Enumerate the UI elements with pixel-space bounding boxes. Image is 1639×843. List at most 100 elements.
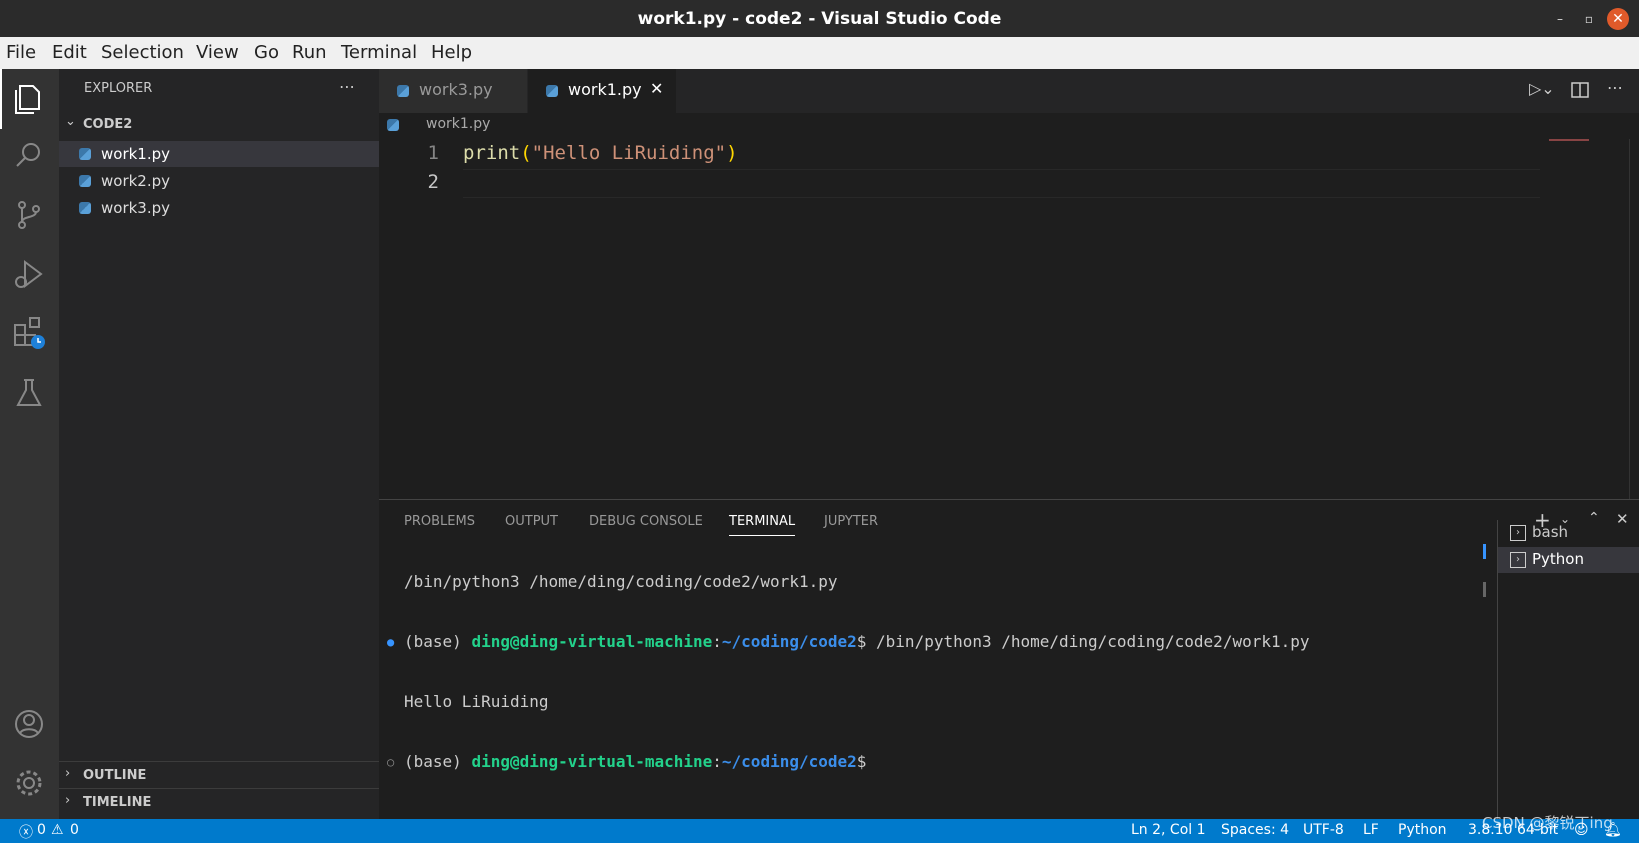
menu-view[interactable]: View	[196, 42, 239, 63]
terminal-output[interactable]: /bin/python3 /home/ding/coding/code2/wor…	[379, 532, 1474, 812]
code-content[interactable]: print("Hello LiRuiding")	[463, 139, 738, 168]
folder-header[interactable]: ⌄ CODE2	[59, 111, 379, 137]
source-control-icon[interactable]	[11, 197, 47, 233]
chevron-right-icon: ›	[65, 793, 71, 808]
menu-bar: File Edit Selection View Go Run Terminal…	[0, 37, 1639, 69]
python-file-icon	[387, 119, 399, 131]
file-item-work3[interactable]: work3.py	[59, 195, 379, 221]
folder-name: CODE2	[83, 117, 133, 132]
command-success-dot: ●	[387, 635, 395, 649]
python-file-icon	[79, 175, 91, 187]
python-file-icon	[79, 148, 91, 160]
chevron-down-icon: ⌄	[65, 114, 76, 129]
error-icon[interactable]: ⓧ	[19, 822, 33, 842]
menu-go[interactable]: Go	[254, 42, 279, 63]
code-string: "Hello LiRuiding"	[531, 142, 727, 164]
menu-run[interactable]: Run	[292, 42, 327, 63]
line-numbers: 1 2	[399, 139, 439, 197]
prompt-path: ~/coding/code2	[721, 632, 857, 651]
outline-label: OUTLINE	[83, 768, 147, 783]
end-of-line[interactable]: LF	[1363, 822, 1379, 838]
terminal-item-bash[interactable]: › bash	[1498, 520, 1639, 546]
title-bar: work1.py - code2 - Visual Studio Code – …	[0, 0, 1639, 37]
file-item-work2[interactable]: work2.py	[59, 168, 379, 194]
tab-work1[interactable]: work1.py ✕	[528, 69, 676, 113]
prompt-colon: :	[712, 752, 722, 771]
python-file-icon	[79, 202, 91, 214]
editor-area: work3.py work1.py ✕ ▷⌄ ⋯ work1.py 1 2 pr…	[379, 69, 1639, 499]
indentation[interactable]: Spaces: 4	[1221, 822, 1289, 838]
bottom-panel: PROBLEMS OUTPUT DEBUG CONSOLE TERMINAL J…	[379, 499, 1639, 820]
menu-edit[interactable]: Edit	[52, 42, 87, 63]
current-line-highlight	[463, 169, 1540, 198]
code-function: print	[463, 142, 521, 164]
terminal-item-label: Python	[1532, 550, 1584, 568]
error-count[interactable]: 0	[37, 822, 46, 838]
activity-bar	[0, 69, 59, 819]
run-debug-icon[interactable]	[11, 256, 47, 292]
gear-icon[interactable]	[11, 765, 47, 801]
terminal-item-python[interactable]: › Python	[1498, 547, 1639, 573]
explorer-title: EXPLORER	[84, 81, 153, 96]
timeline-section[interactable]: › TIMELINE	[59, 788, 379, 815]
watermark: CSDN @黎锐丁ing	[1482, 814, 1613, 832]
file-item-work1[interactable]: work1.py	[59, 141, 379, 167]
breadcrumb-file[interactable]: work1.py	[426, 116, 490, 132]
tab-output[interactable]: OUTPUT	[505, 514, 558, 529]
warning-icon[interactable]: ⚠	[51, 822, 64, 838]
accounts-icon[interactable]	[11, 706, 47, 742]
minimap[interactable]	[1549, 139, 1589, 141]
file-label: work3.py	[101, 199, 171, 217]
cursor-position[interactable]: Ln 2, Col 1	[1131, 822, 1206, 838]
tab-debug-console[interactable]: DEBUG CONSOLE	[589, 514, 703, 529]
run-file-icon[interactable]: ▷⌄	[1529, 79, 1555, 98]
editor-scrollbar[interactable]	[1629, 139, 1639, 499]
outline-section[interactable]: › OUTLINE	[59, 761, 379, 788]
code-paren: (	[520, 142, 532, 164]
status-bar: ⓧ 0 ⚠ 0 Ln 2, Col 1 Spaces: 4 UTF-8 LF P…	[0, 819, 1639, 843]
prompt-path: ~/coding/code2	[721, 752, 857, 771]
encoding[interactable]: UTF-8	[1303, 822, 1344, 838]
tab-problems[interactable]: PROBLEMS	[404, 514, 475, 529]
prompt-command: $	[856, 752, 867, 771]
tab-label: work1.py	[568, 80, 642, 99]
extensions-icon[interactable]	[11, 315, 47, 351]
more-actions-icon[interactable]: ⋯	[1607, 78, 1623, 97]
tab-bar: work3.py work1.py ✕ ▷⌄ ⋯	[379, 69, 1639, 113]
split-editor-icon[interactable]	[1571, 81, 1589, 99]
breadcrumb: work1.py	[379, 113, 1639, 137]
menu-terminal[interactable]: Terminal	[341, 42, 417, 63]
terminal-line: /bin/python3 /home/ding/coding/code2/wor…	[404, 572, 838, 591]
file-label: work1.py	[101, 145, 171, 163]
search-icon[interactable]	[11, 137, 47, 173]
terminal-list: › bash › Python	[1497, 520, 1639, 820]
close-window-button[interactable]: ✕	[1607, 8, 1629, 30]
minimize-icon[interactable]: –	[1552, 11, 1568, 27]
tab-jupyter[interactable]: JUPYTER	[824, 514, 878, 529]
explorer-icon[interactable]	[11, 79, 47, 115]
terminal-scroll-marker	[1483, 544, 1486, 559]
tab-work3[interactable]: work3.py	[379, 69, 527, 113]
prompt-command: $ /bin/python3 /home/ding/coding/code2/w…	[856, 632, 1310, 651]
prompt-colon: :	[712, 632, 722, 651]
maximize-icon[interactable]: ▫	[1581, 11, 1597, 27]
more-actions-icon[interactable]: ⋯	[339, 77, 355, 96]
prompt-user: ding@ding-virtual-machine	[471, 752, 713, 771]
terminal-line: ○ (base) ding@ding-virtual-machine:~/codi…	[379, 752, 1474, 772]
warning-count[interactable]: 0	[70, 822, 79, 838]
terminal-scroll-marker	[1483, 582, 1486, 597]
menu-selection[interactable]: Selection	[101, 42, 184, 63]
language-mode[interactable]: Python	[1398, 822, 1447, 838]
prompt-user: ding@ding-virtual-machine	[471, 632, 713, 651]
menu-help[interactable]: Help	[431, 42, 472, 63]
python-file-icon	[397, 85, 409, 97]
timeline-label: TIMELINE	[83, 795, 152, 810]
explorer-sidebar: EXPLORER ⋯ ⌄ CODE2 work1.py work2.py wor…	[59, 69, 379, 819]
terminal-icon: ›	[1510, 525, 1526, 541]
terminal-line: Hello LiRuiding	[404, 692, 549, 711]
menu-file[interactable]: File	[6, 42, 36, 63]
testing-icon[interactable]	[11, 375, 47, 411]
file-label: work2.py	[101, 172, 171, 190]
terminal-line: ● (base) ding@ding-virtual-machine:~/codi…	[379, 632, 1474, 652]
close-tab-icon[interactable]: ✕	[650, 79, 663, 98]
